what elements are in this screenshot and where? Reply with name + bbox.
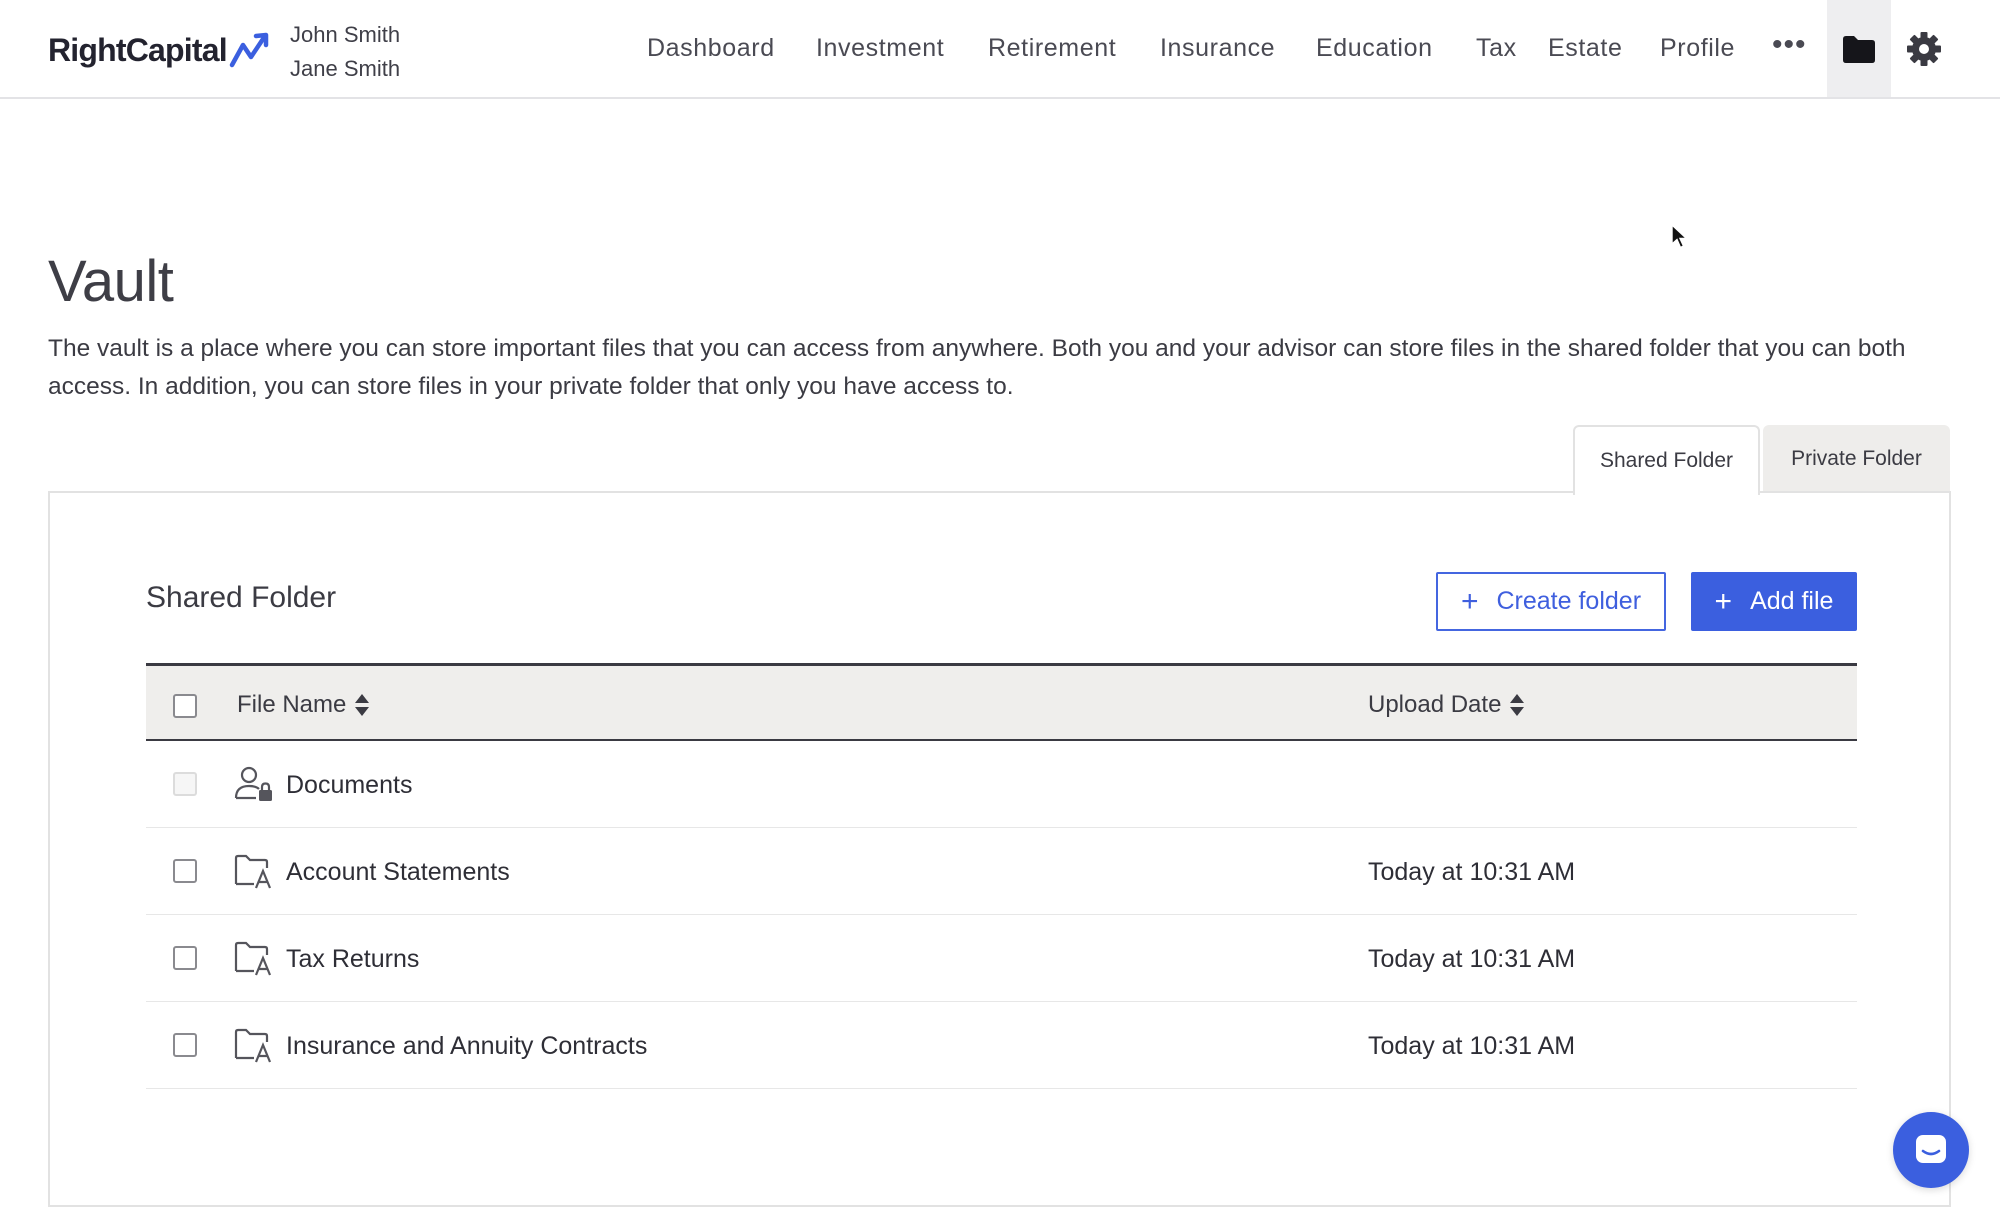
file-name: Documents <box>286 771 413 799</box>
row-checkbox[interactable] <box>173 859 197 883</box>
files-table: File Name Upload Date Documents Account … <box>146 663 1857 1089</box>
plus-icon: + <box>1460 584 1479 618</box>
table-header: File Name Upload Date <box>146 663 1857 741</box>
create-folder-label: Create folder <box>1496 587 1642 615</box>
row-checkbox[interactable] <box>173 1033 197 1057</box>
shared-folder-panel: Shared Folder + Create folder + Add file… <box>48 491 1951 1207</box>
upload-date: Today at 10:31 AM <box>1368 1032 1576 1060</box>
nav-tax[interactable]: Tax <box>1476 34 1517 63</box>
user-lock-icon <box>234 766 272 801</box>
chat-icon <box>1916 1135 1946 1163</box>
more-menu-button[interactable]: ••• <box>1772 30 1812 70</box>
folder-icon <box>1843 35 1875 63</box>
file-name: Account Statements <box>286 858 510 886</box>
nav-insurance[interactable]: Insurance <box>1160 34 1275 63</box>
row-checkbox[interactable] <box>173 946 197 970</box>
main-nav: Dashboard Investment Retirement Insuranc… <box>0 0 2000 99</box>
table-row[interactable]: Tax Returns Today at 10:31 AM <box>146 915 1857 1002</box>
panel-title: Shared Folder <box>146 581 337 614</box>
table-row[interactable]: Documents <box>146 741 1857 828</box>
vault-nav-button[interactable] <box>1827 0 1891 97</box>
file-name: Insurance and Annuity Contracts <box>286 1032 648 1060</box>
nav-dashboard[interactable]: Dashboard <box>647 34 775 63</box>
add-file-button[interactable]: + Add file <box>1691 572 1857 631</box>
nav-retirement[interactable]: Retirement <box>988 34 1116 63</box>
settings-button[interactable] <box>1892 0 1956 97</box>
nav-investment[interactable]: Investment <box>816 34 944 63</box>
folder-advisor-icon <box>234 854 272 889</box>
tab-private-folder-label: Private Folder <box>1791 447 1922 470</box>
table-row[interactable]: Account Statements Today at 10:31 AM <box>146 828 1857 915</box>
column-header-file-name[interactable]: File Name <box>237 691 370 719</box>
mouse-cursor-icon <box>1671 224 1689 249</box>
sort-icon <box>355 694 370 716</box>
chat-support-button[interactable] <box>1893 1112 1969 1188</box>
tab-private-folder[interactable]: Private Folder <box>1763 425 1950 493</box>
file-name: Tax Returns <box>286 945 420 973</box>
page-description: The vault is a place where you can store… <box>48 335 1906 400</box>
column-header-upload-date[interactable]: Upload Date <box>1368 691 1525 719</box>
add-file-label: Add file <box>1750 587 1834 615</box>
nav-education[interactable]: Education <box>1316 34 1433 63</box>
folder-advisor-icon <box>234 941 272 976</box>
nav-estate[interactable]: Estate <box>1548 34 1622 63</box>
folder-advisor-icon <box>234 1028 272 1063</box>
ellipsis-icon: ••• <box>1772 28 1807 61</box>
table-row[interactable]: Insurance and Annuity Contracts Today at… <box>146 1002 1857 1089</box>
top-navigation-bar: RightCapital John Smith Jane Smith Dashb… <box>0 0 2000 99</box>
plus-icon: + <box>1714 584 1733 618</box>
tab-shared-folder[interactable]: Shared Folder <box>1573 425 1760 495</box>
tab-shared-folder-label: Shared Folder <box>1599 449 1734 472</box>
page-title: Vault <box>48 249 174 314</box>
row-checkbox <box>173 772 197 796</box>
nav-profile[interactable]: Profile <box>1660 34 1735 63</box>
gear-icon <box>1907 31 1941 66</box>
column-header-file-name-label: File Name <box>237 691 347 718</box>
sort-icon <box>1510 694 1525 716</box>
upload-date: Today at 10:31 AM <box>1368 858 1576 886</box>
create-folder-button[interactable]: + Create folder <box>1436 572 1666 631</box>
upload-date: Today at 10:31 AM <box>1368 945 1576 973</box>
column-header-upload-date-label: Upload Date <box>1368 691 1502 718</box>
select-all-checkbox[interactable] <box>173 694 197 718</box>
